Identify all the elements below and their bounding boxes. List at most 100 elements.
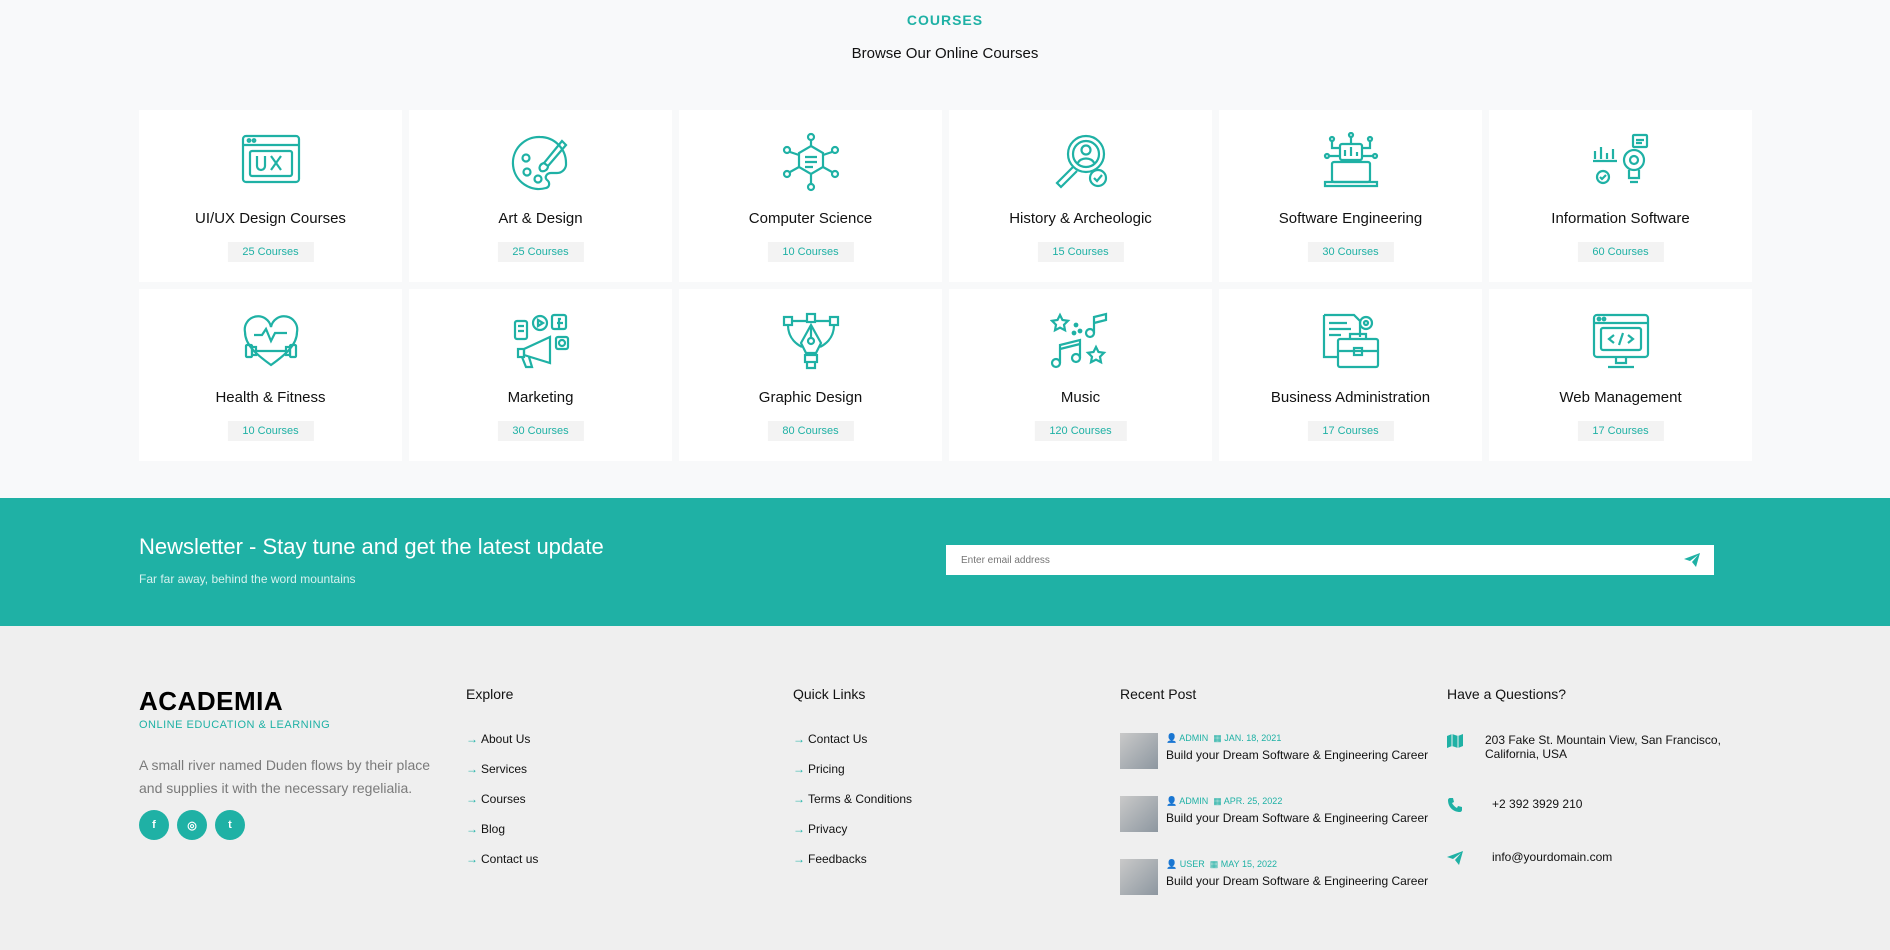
course-card[interactable]: Information Software 60 Courses	[1489, 110, 1752, 282]
brand-tagline: ONLINE EDUCATION & LEARNING	[139, 719, 331, 731]
newsletter-subtitle: Far far away, behind the word mountains	[139, 572, 356, 586]
course-title: Web Management	[1559, 389, 1682, 406]
user-icon: 👤	[1166, 733, 1178, 743]
course-title: Health & Fitness	[215, 389, 326, 406]
course-card[interactable]: Marketing 30 Courses	[409, 289, 672, 461]
course-count-badge: 30 Courses	[1307, 242, 1394, 262]
arrow-right-icon: →	[793, 852, 805, 866]
course-count-badge: 25 Courses	[227, 242, 314, 262]
calendar-icon: ▦	[1213, 796, 1222, 806]
courses-section: COURSES Browse Our Online Courses UI/UX …	[0, 0, 1890, 498]
course-title: UI/UX Design Courses	[195, 210, 346, 227]
contact-email[interactable]: info@yourdomain.com	[1447, 850, 1747, 866]
post-meta: 👤 ADMIN ▦ JAN. 18, 2021	[1166, 733, 1282, 743]
pen-tool-icon	[782, 312, 839, 370]
megaphone-icon	[513, 313, 569, 369]
briefcase-icon	[1322, 313, 1379, 369]
quick-link[interactable]: → Terms & Conditions	[793, 792, 912, 822]
post-title[interactable]: Build your Dream Software & Engineering …	[1166, 748, 1428, 762]
course-card[interactable]: Web Management 17 Courses	[1489, 289, 1752, 461]
course-card[interactable]: Music 120 Courses	[949, 289, 1212, 461]
user-icon: 👤	[1166, 796, 1178, 806]
brand-description: A small river named Duden flows by their…	[139, 757, 431, 796]
course-title: Information Software	[1551, 210, 1690, 227]
course-card[interactable]: Graphic Design 80 Courses	[679, 289, 942, 461]
quick-link[interactable]: → Contact Us	[793, 732, 912, 762]
course-count-badge: 30 Courses	[497, 421, 584, 441]
social-links: f ◎ t	[139, 810, 245, 840]
arrow-right-icon: →	[466, 762, 478, 776]
explore-link[interactable]: → Services	[466, 762, 538, 792]
course-count-badge: 17 Courses	[1577, 421, 1664, 441]
laptop-circuit-icon	[1323, 132, 1378, 188]
arrow-right-icon: →	[466, 852, 478, 866]
quick-link[interactable]: → Privacy	[793, 822, 912, 852]
map-icon	[1447, 734, 1463, 748]
course-count-badge: 25 Courses	[497, 242, 584, 262]
phone-icon	[1448, 798, 1462, 812]
arrow-right-icon: →	[466, 732, 478, 746]
course-grid: UI/UX Design Courses 25 Courses Art & De…	[139, 110, 1752, 461]
section-heading: Browse Our Online Courses	[851, 45, 1039, 62]
instagram-icon[interactable]: ◎	[177, 810, 207, 840]
twitter-icon[interactable]: t	[215, 810, 245, 840]
arrow-right-icon: →	[466, 822, 478, 836]
code-monitor-icon	[1592, 313, 1649, 369]
email-input[interactable]	[946, 545, 1666, 575]
newsletter-form	[946, 545, 1714, 575]
course-count-badge: 60 Courses	[1577, 242, 1664, 262]
arrow-right-icon: →	[793, 732, 805, 746]
brand-logo[interactable]: ACADEMIA	[139, 686, 283, 717]
quick-link[interactable]: → Feedbacks	[793, 852, 912, 882]
explore-link[interactable]: → About Us	[466, 732, 538, 762]
contact-title: Have a Questions?	[1447, 686, 1567, 702]
arrow-right-icon: →	[793, 822, 805, 836]
course-count-badge: 17 Courses	[1307, 421, 1394, 441]
course-card[interactable]: UI/UX Design Courses 25 Courses	[139, 110, 402, 282]
recent-post-item[interactable]: 👤 USER ▦ MAY 15, 2022 Build your Dream S…	[1120, 859, 1450, 899]
ux-window-icon	[241, 134, 300, 184]
recent-post-title: Recent Post	[1120, 686, 1197, 702]
course-title: Graphic Design	[758, 389, 863, 406]
explore-link[interactable]: → Contact us	[466, 852, 538, 882]
hexagon-network-icon	[782, 132, 839, 192]
quick-links-title: Quick Links	[793, 686, 866, 702]
post-thumbnail[interactable]	[1120, 733, 1158, 769]
footer: ACADEMIA ONLINE EDUCATION & LEARNING A s…	[0, 626, 1890, 950]
course-card[interactable]: Art & Design 25 Courses	[409, 110, 672, 282]
course-card[interactable]: Computer Science 10 Courses	[679, 110, 942, 282]
magnifier-person-icon	[1054, 134, 1107, 189]
course-card[interactable]: Software Engineering 30 Courses	[1219, 110, 1482, 282]
course-title: Computer Science	[748, 210, 873, 227]
course-title: Music	[1060, 389, 1101, 406]
recent-post-item[interactable]: 👤 ADMIN ▦ JAN. 18, 2021 Build your Dream…	[1120, 733, 1450, 773]
recent-post-item[interactable]: 👤 ADMIN ▦ APR. 25, 2022 Build your Dream…	[1120, 796, 1450, 836]
post-title[interactable]: Build your Dream Software & Engineering …	[1166, 874, 1428, 888]
paper-plane-icon[interactable]	[1684, 553, 1700, 567]
post-thumbnail[interactable]	[1120, 796, 1158, 832]
course-card[interactable]: Business Administration 17 Courses	[1219, 289, 1482, 461]
course-title: Marketing	[507, 389, 574, 406]
explore-title: Explore	[466, 686, 514, 702]
music-notes-icon	[1049, 312, 1107, 369]
course-count-badge: 10 Courses	[767, 242, 854, 262]
arrow-right-icon: →	[466, 792, 478, 806]
post-meta: 👤 ADMIN ▦ APR. 25, 2022	[1166, 796, 1283, 806]
contact-phone[interactable]: +2 392 3929 210	[1447, 797, 1747, 813]
post-thumbnail[interactable]	[1120, 859, 1158, 895]
facebook-icon[interactable]: f	[139, 810, 169, 840]
palette-icon	[511, 135, 567, 191]
arrow-right-icon: →	[793, 762, 805, 776]
quick-link[interactable]: → Pricing	[793, 762, 912, 792]
explore-link[interactable]: → Blog	[466, 822, 538, 852]
course-title: Software Engineering	[1278, 210, 1423, 227]
calendar-icon: ▦	[1213, 733, 1222, 743]
explore-link[interactable]: → Courses	[466, 792, 538, 822]
calendar-icon: ▦	[1209, 859, 1219, 869]
section-eyebrow: COURSES	[906, 12, 984, 28]
course-count-badge: 10 Courses	[227, 421, 314, 441]
post-title[interactable]: Build your Dream Software & Engineering …	[1166, 811, 1428, 825]
course-card[interactable]: Health & Fitness 10 Courses	[139, 289, 402, 461]
course-card[interactable]: History & Archeologic 15 Courses	[949, 110, 1212, 282]
newsletter-title: Newsletter - Stay tune and get the lates…	[139, 534, 604, 559]
